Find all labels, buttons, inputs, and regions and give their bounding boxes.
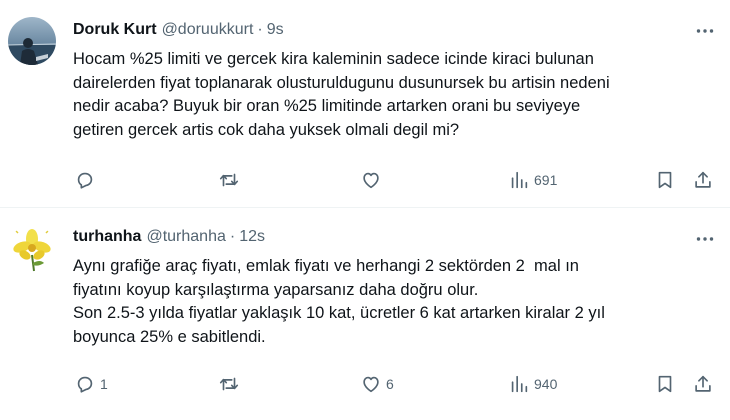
display-name[interactable]: Doruk Kurt — [73, 21, 157, 39]
tweet-actions: 1 6 940 — [64, 372, 724, 396]
avatar[interactable] — [8, 225, 56, 273]
reply-button[interactable] — [74, 168, 100, 192]
more-icon[interactable] — [694, 228, 716, 250]
retweet-button[interactable] — [218, 372, 244, 396]
retweet-icon — [219, 173, 239, 187]
tweet-actions: 691 — [64, 168, 724, 192]
share-button[interactable] — [692, 168, 714, 192]
share-icon — [695, 375, 711, 392]
like-button[interactable]: 6 — [360, 372, 394, 396]
timestamp[interactable]: 9s — [267, 21, 284, 39]
timestamp[interactable]: 12s — [239, 228, 265, 246]
bookmark-icon — [658, 171, 672, 189]
separator: · — [229, 228, 236, 245]
share-button[interactable] — [692, 372, 714, 396]
tweet-header: turhanha @turhanha · 12s — [73, 228, 265, 250]
retweet-icon — [219, 377, 239, 391]
retweet-button[interactable] — [218, 168, 244, 192]
view-count: 691 — [534, 172, 558, 188]
tweet-text: Aynı grafiğe araç fiyatı, emlak fiyatı v… — [73, 257, 605, 346]
reply-icon — [77, 172, 93, 189]
like-count: 6 — [386, 376, 394, 392]
photo-avatar-icon — [8, 17, 56, 65]
heart-icon — [363, 376, 379, 393]
separator: · — [257, 21, 263, 38]
views-icon — [511, 375, 528, 393]
like-button[interactable] — [360, 168, 386, 192]
bookmark-icon — [658, 375, 672, 393]
user-handle[interactable]: @doruukkurt — [162, 21, 254, 39]
views-icon — [511, 171, 528, 189]
reply-icon — [77, 376, 93, 393]
reply-count: 1 — [100, 376, 108, 392]
heart-icon — [363, 172, 379, 189]
tweet[interactable]: Doruk Kurt @doruukkurt · 9s Hocam %25 li… — [0, 0, 730, 208]
tweet-text: Hocam %25 limiti ve gercek kira kalemini… — [73, 50, 610, 139]
avatar[interactable] — [8, 17, 56, 65]
bookmark-button[interactable] — [654, 372, 676, 396]
user-handle[interactable]: @turhanha — [146, 228, 225, 246]
view-count: 940 — [534, 376, 558, 392]
display-name[interactable]: turhanha — [73, 228, 141, 246]
views-button[interactable]: 691 — [508, 168, 557, 192]
share-icon — [695, 171, 711, 188]
views-button[interactable]: 940 — [508, 372, 557, 396]
more-icon[interactable] — [694, 20, 716, 42]
tweet-header: Doruk Kurt @doruukkurt · 9s — [73, 21, 284, 43]
tweet[interactable]: turhanha @turhanha · 12s Aynı grafiğe ar… — [0, 208, 730, 420]
bookmark-button[interactable] — [654, 168, 676, 192]
reply-button[interactable]: 1 — [74, 372, 108, 396]
flower-avatar-icon — [8, 225, 56, 273]
